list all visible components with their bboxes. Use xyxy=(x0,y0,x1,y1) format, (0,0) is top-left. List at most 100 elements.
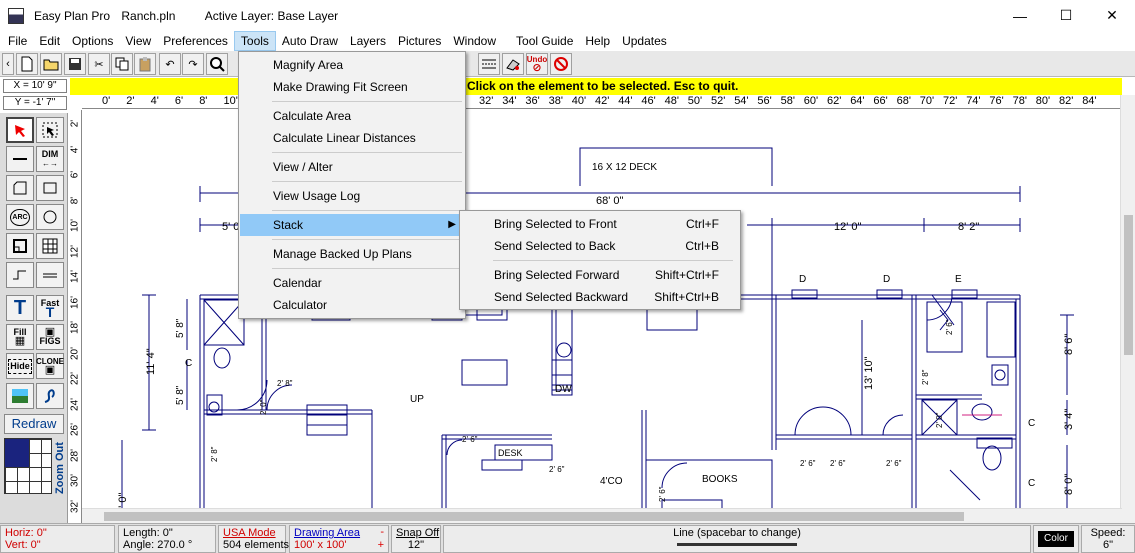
menu-item-usage-log[interactable]: View Usage Log xyxy=(240,185,464,207)
window-tool-icon[interactable] xyxy=(36,233,64,259)
clone-tool[interactable]: CLONE ▣ xyxy=(36,353,64,379)
menu-pictures[interactable]: Pictures xyxy=(392,31,447,51)
menu-tools[interactable]: Tools xyxy=(233,31,276,51)
stairs-tool-icon[interactable] xyxy=(6,233,34,259)
redo-arrow-icon[interactable]: ↷ xyxy=(182,53,204,75)
menu-edit[interactable]: Edit xyxy=(33,31,66,51)
wall-tool-icon[interactable] xyxy=(36,262,64,288)
menu-file[interactable]: File xyxy=(0,31,33,51)
ruler-tick-label: 38' xyxy=(548,95,563,107)
drawing-area-link[interactable]: Drawing Area xyxy=(294,527,384,539)
speed-cell[interactable]: Speed: 6" xyxy=(1081,525,1135,553)
menu-auto-draw[interactable]: Auto Draw xyxy=(276,31,344,51)
fast-text-tool[interactable]: Fast T xyxy=(36,295,64,321)
eraser-icon[interactable] xyxy=(502,53,524,75)
cancel-icon[interactable] xyxy=(550,53,572,75)
ruler-tick-label: 80' xyxy=(1035,95,1051,107)
ruler-tick-label: 84' xyxy=(1082,95,1097,107)
minimize-button[interactable]: — xyxy=(997,0,1043,31)
menu-item-backed-up-plans[interactable]: Manage Backed Up Plans xyxy=(240,243,464,265)
save-icon[interactable] xyxy=(64,53,86,75)
submenu-item-send-to-back[interactable]: Send Selected to Back Ctrl+B xyxy=(461,235,739,257)
paste-icon[interactable] xyxy=(134,53,156,75)
menu-help[interactable]: Help xyxy=(579,31,616,51)
plan-label-deck: 16 X 12 DECK xyxy=(592,162,657,173)
polygon-tool-icon[interactable] xyxy=(6,175,34,201)
close-button[interactable]: ✕ xyxy=(1089,0,1135,31)
undo-arrow-icon[interactable]: ↶ xyxy=(159,53,181,75)
submenu-item-send-backward[interactable]: Send Selected Backward Shift+Ctrl+B xyxy=(461,286,739,308)
ruler-tick-label: 6' xyxy=(69,170,81,179)
picture-tool-icon[interactable] xyxy=(6,383,34,409)
menu-view[interactable]: View xyxy=(119,31,157,51)
menu-item-magnify-area[interactable]: Magnify Area xyxy=(240,54,464,76)
menu-layers[interactable]: Layers xyxy=(344,31,392,51)
cut-icon[interactable]: ✂ xyxy=(88,53,110,75)
menu-item-linear-distances[interactable]: Calculate Linear Distances xyxy=(240,127,464,149)
zoom-out-button[interactable]: Zoom Out xyxy=(54,438,66,498)
menu-separator xyxy=(493,260,733,261)
freehand-tool-icon[interactable] xyxy=(36,383,64,409)
color-button[interactable]: Color xyxy=(1038,531,1074,547)
text-tool-icon[interactable]: T xyxy=(6,295,34,321)
menu-tool-guide[interactable]: Tool Guide xyxy=(510,31,579,51)
menu-window[interactable]: Window xyxy=(447,31,502,51)
menu-options[interactable]: Options xyxy=(66,31,119,51)
plan-label-closet-c1: C xyxy=(185,358,192,369)
horizontal-scrollbar[interactable] xyxy=(82,508,1122,523)
dimension-tool[interactable]: DIM ←→ xyxy=(36,146,64,172)
hide-tool[interactable]: Hide xyxy=(6,353,34,379)
usa-mode-link[interactable]: USA Mode xyxy=(223,527,281,539)
snap-toggle[interactable]: Snap Off xyxy=(396,527,439,539)
submenu-item-bring-to-front[interactable]: Bring Selected to Front Ctrl+F xyxy=(461,213,739,235)
snap-cell[interactable]: Snap Off 12" xyxy=(391,525,441,553)
magnify-icon[interactable] xyxy=(206,53,228,75)
area-plus-button[interactable]: + xyxy=(378,539,384,551)
speed-value: 6" xyxy=(1102,539,1114,551)
plan-label-dim-8-0: 8' 0" xyxy=(1063,474,1075,495)
copy-icon[interactable] xyxy=(111,53,133,75)
area-minus-button[interactable]: - xyxy=(380,526,384,538)
menu-item-stack[interactable]: Stack ▶ xyxy=(240,214,464,236)
menu-updates[interactable]: Updates xyxy=(616,31,673,51)
select-area-icon[interactable] xyxy=(36,117,64,143)
toolbar-scroll-left-icon[interactable]: ‹ xyxy=(2,53,14,75)
figs-tool[interactable]: ▣ FIGS xyxy=(36,324,64,350)
plan-label-books: BOOKS xyxy=(702,474,738,485)
menu-item-calculate-area[interactable]: Calculate Area xyxy=(240,105,464,127)
menu-separator xyxy=(272,239,462,240)
new-file-icon[interactable] xyxy=(16,53,38,75)
y-coordinate: Y = -1' 7" xyxy=(3,96,67,110)
menu-item-calendar[interactable]: Calendar xyxy=(240,272,464,294)
maximize-button[interactable]: ☐ xyxy=(1043,0,1089,31)
menu-preferences[interactable]: Preferences xyxy=(157,31,234,51)
select-arrow-icon[interactable] xyxy=(6,117,34,143)
menu-item-fit-screen[interactable]: Make Drawing Fit Screen xyxy=(240,76,464,98)
circle-tool-icon[interactable] xyxy=(36,204,64,230)
vertical-scrollbar[interactable] xyxy=(1120,95,1135,523)
submenu-item-bring-forward[interactable]: Bring Selected Forward Shift+Ctrl+F xyxy=(461,264,739,286)
curve-tool-icon[interactable] xyxy=(6,262,34,288)
ruler-tick-label: 56' xyxy=(757,95,772,107)
vertical-scroll-thumb[interactable] xyxy=(1124,215,1133,355)
bring-to-front-shortcut: Ctrl+F xyxy=(686,217,719,231)
stack-submenu: Bring Selected to Front Ctrl+F Send Sele… xyxy=(459,210,741,310)
horizontal-scroll-thumb[interactable] xyxy=(104,512,964,521)
redraw-button[interactable]: Redraw xyxy=(4,414,64,434)
window-title: Easy Plan Pro Ranch.pln Active Layer: Ba… xyxy=(34,9,346,23)
fill-tool[interactable]: Fill ▦ xyxy=(6,324,34,350)
hide-label: Hide xyxy=(8,358,32,374)
color-cell[interactable]: Color xyxy=(1033,525,1079,553)
line-tool-icon[interactable] xyxy=(6,146,34,172)
open-folder-icon[interactable] xyxy=(40,53,62,75)
zoom-grid[interactable] xyxy=(4,438,52,494)
rectangle-tool-icon[interactable] xyxy=(36,175,64,201)
undo-button[interactable]: Undo ⊘ xyxy=(526,53,548,75)
ruler-tick-label: 8' xyxy=(199,95,208,107)
arc-tool[interactable]: ARC xyxy=(6,204,34,230)
draw-mode-cell: Line (spacebar to change) xyxy=(443,525,1031,553)
menu-item-view-alter[interactable]: View / Alter xyxy=(240,156,464,178)
dim-label: DIM xyxy=(41,149,59,159)
lines-icon[interactable] xyxy=(478,53,500,75)
menu-item-calculator[interactable]: Calculator xyxy=(240,294,464,316)
